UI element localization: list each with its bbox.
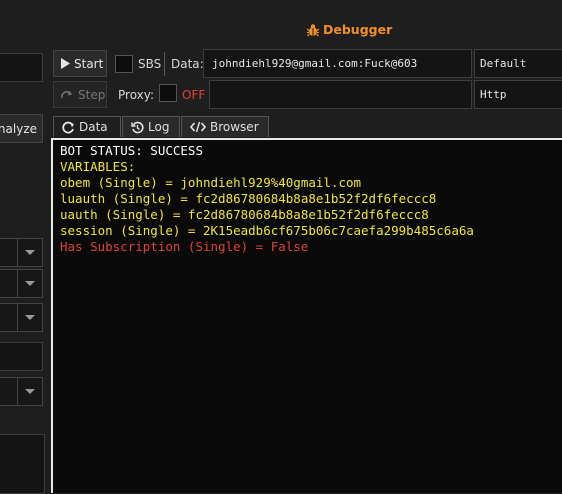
left-textarea[interactable] <box>0 434 45 494</box>
refresh-icon <box>62 121 74 133</box>
proxy-state: OFF <box>182 88 206 102</box>
sbs-label: SBS <box>138 57 162 71</box>
output-line: luauth (Single) = fc2d86780684b8a8e1b52f… <box>60 191 437 206</box>
tab-browser[interactable]: Browser <box>181 116 269 137</box>
tab-data[interactable]: Data <box>53 116 121 137</box>
proxy-input[interactable] <box>209 80 472 109</box>
tab-log[interactable]: Log <box>122 116 180 137</box>
left-dropdown-1[interactable] <box>0 238 43 267</box>
toolbar-divider <box>164 52 165 76</box>
debugger-title: Debugger <box>306 22 392 37</box>
start-label: Start <box>74 56 104 71</box>
output-line: VARIABLES: <box>60 159 136 174</box>
output-line: session (Single) = 2K15eadb6cf675b06c7ca… <box>60 223 474 238</box>
play-icon <box>61 58 70 69</box>
step-button[interactable]: Step <box>53 81 107 108</box>
left-input-top[interactable] <box>0 53 43 82</box>
left-dropdown-2[interactable] <box>0 269 43 298</box>
analyze-button[interactable]: nalyze <box>0 114 43 143</box>
left-dropdown-4[interactable] <box>0 377 43 406</box>
tab-browser-label: Browser <box>210 120 259 134</box>
analyze-label: nalyze <box>0 121 37 136</box>
data-label: Data: <box>171 57 204 71</box>
chevron-down-icon <box>17 239 42 266</box>
left-dropdown-3[interactable] <box>0 303 43 332</box>
tab-data-label: Data <box>79 120 108 134</box>
output-line: obem (Single) = johndiehl929%40gmail.com <box>60 175 362 190</box>
proxy-label: Proxy: <box>118 88 155 102</box>
data-type-field[interactable]: Default <box>474 49 562 78</box>
chevron-down-icon <box>17 270 42 297</box>
sbs-checkbox[interactable] <box>115 55 133 73</box>
code-icon <box>190 121 206 133</box>
output-line: Has Subscription (Single) = False <box>60 239 309 254</box>
step-icon <box>61 90 72 98</box>
debugger-output[interactable]: BOT STATUS: SUCCESS VARIABLES: obem (Sin… <box>51 138 562 493</box>
proxy-checkbox[interactable] <box>159 84 177 102</box>
output-line: BOT STATUS: SUCCESS <box>60 143 203 158</box>
tab-log-label: Log <box>148 120 170 134</box>
bug-icon <box>306 23 320 36</box>
left-input-middle[interactable] <box>0 342 43 371</box>
history-icon <box>131 121 144 133</box>
proxy-type-field[interactable]: Http <box>474 80 562 109</box>
chevron-down-icon <box>17 304 42 331</box>
output-line: uauth (Single) = fc2d86780684b8a8e1b52f2… <box>60 207 429 222</box>
chevron-down-icon <box>17 378 42 405</box>
data-input[interactable]: johndiehl929@gmail.com:Fuck@603 <box>203 49 472 78</box>
debugger-title-label: Debugger <box>323 22 393 37</box>
step-label: Step <box>78 87 106 102</box>
start-button[interactable]: Start <box>53 50 107 77</box>
